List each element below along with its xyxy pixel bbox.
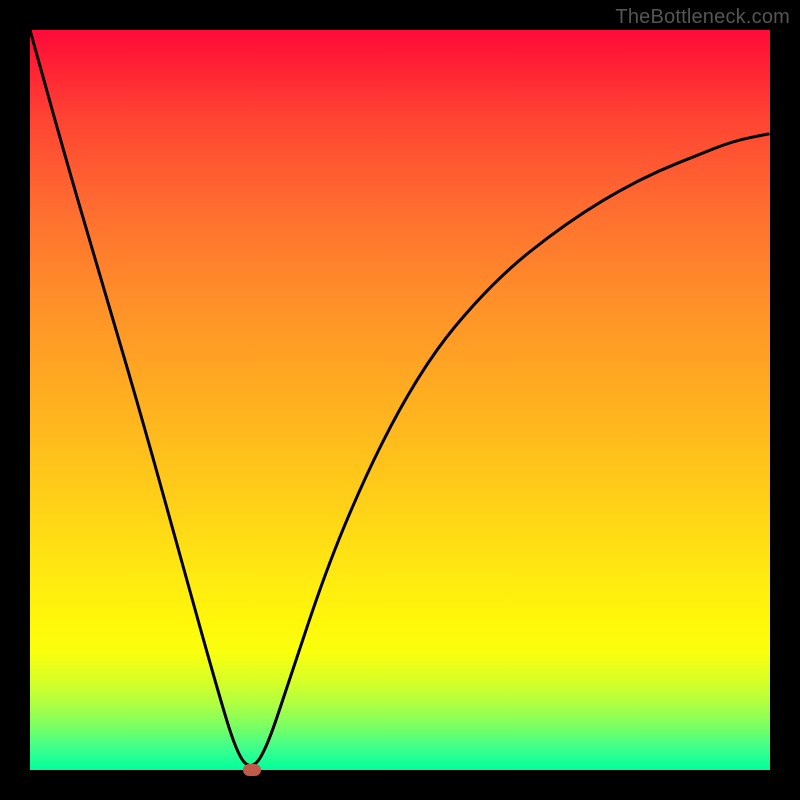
curve-layer bbox=[30, 30, 770, 770]
chart-frame: TheBottleneck.com bbox=[0, 0, 800, 800]
optimum-marker bbox=[243, 764, 261, 776]
bottleneck-curve bbox=[30, 30, 770, 766]
watermark-text: TheBottleneck.com bbox=[615, 6, 790, 29]
